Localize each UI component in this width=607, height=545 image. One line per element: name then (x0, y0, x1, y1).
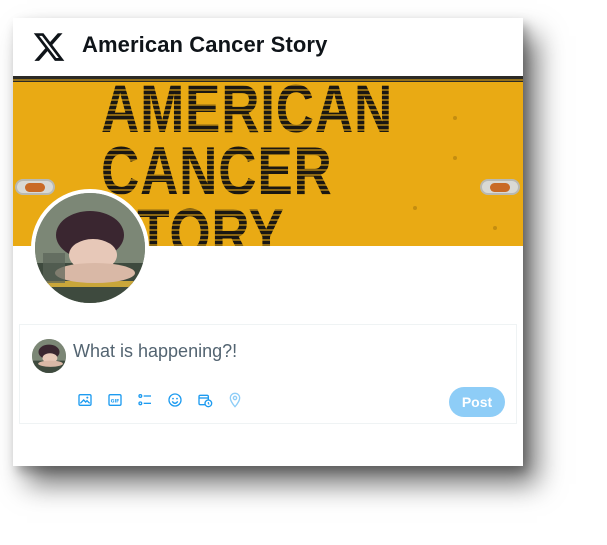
emoji-icon[interactable] (166, 391, 184, 409)
profile-avatar[interactable] (31, 189, 149, 307)
marker-light-right (480, 179, 520, 195)
compose-avatar[interactable] (32, 339, 66, 373)
schedule-icon[interactable] (196, 391, 214, 409)
profile-header: American Cancer Story (13, 18, 523, 76)
rivet (413, 206, 417, 210)
image-icon[interactable] (76, 391, 94, 409)
compose-input[interactable] (73, 341, 473, 362)
location-icon[interactable] (226, 391, 244, 409)
gif-icon[interactable]: GIF (106, 391, 124, 409)
page-title: American Cancer Story (82, 32, 328, 57)
poll-icon[interactable] (136, 391, 154, 409)
rivet (493, 226, 497, 230)
post-button[interactable]: Post (449, 387, 505, 417)
banner-text: AMERICAN CANCER STORY (101, 76, 394, 246)
svg-text:GIF: GIF (111, 398, 120, 404)
x-logo-icon[interactable] (31, 30, 67, 64)
rivet (453, 116, 457, 120)
avatar-image (32, 339, 66, 373)
marker-light-left (15, 179, 55, 195)
rivet (453, 156, 457, 160)
avatar-image (35, 193, 145, 303)
profile-card: American Cancer Story AMERICAN CANCER ST… (13, 18, 523, 466)
compose-box: GIF Post (19, 324, 517, 424)
